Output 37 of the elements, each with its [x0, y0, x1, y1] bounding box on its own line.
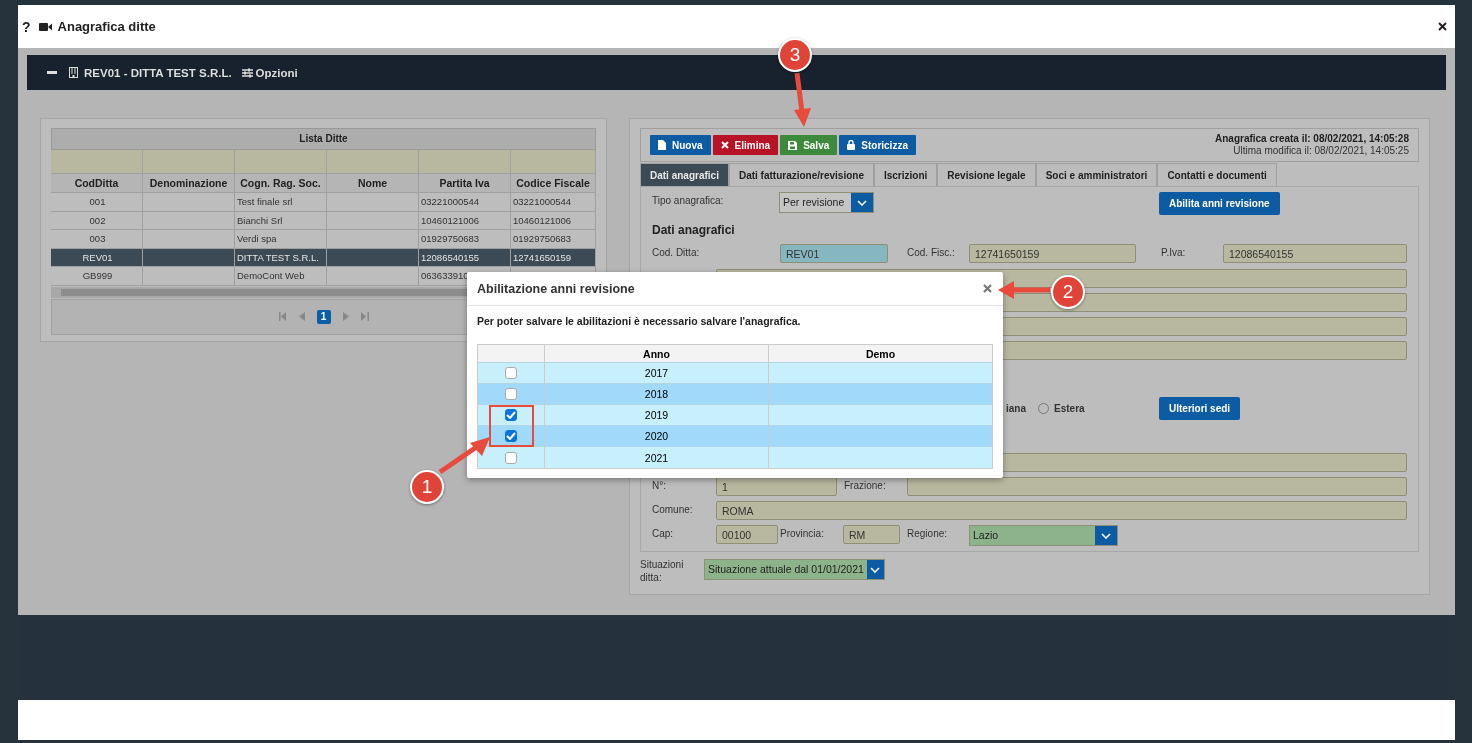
table-cell: 2018: [644, 388, 669, 400]
list-title: Lista Ditte: [51, 128, 596, 150]
section-heading: Dati anagrafici: [652, 223, 736, 237]
column-header: Anno: [545, 345, 769, 362]
table-cell: 2021: [644, 451, 669, 464]
table-cell: 001: [51, 193, 143, 212]
table-cell: DemoCont Web: [235, 267, 327, 286]
field-label: Cod. Ditta:: [652, 246, 701, 258]
field-label: Frazione:: [844, 479, 887, 491]
table-cell: 03221000544: [419, 193, 511, 212]
field-label: P.Iva:: [1161, 246, 1187, 258]
table-cell: GB999: [51, 267, 143, 286]
field-label: Provincia:: [780, 527, 825, 539]
field-label: Comune:: [652, 503, 694, 515]
radio-label: iana: [1006, 403, 1026, 414]
table-cell: 2019: [644, 409, 669, 421]
field-label: Cap:: [652, 527, 675, 539]
modified-timestamp: Ultima modifica il: 08/02/2021, 14:05:25: [1233, 145, 1409, 157]
company-title: REV01 - DITTA TEST S.R.L.: [84, 66, 232, 79]
table-cell: 01929750683: [511, 230, 596, 249]
created-timestamp: Anagrafica creata il: 08/02/2021, 14:05:28: [1215, 133, 1409, 145]
table-cell: 2020: [644, 430, 669, 442]
table-cell: 03221000544: [511, 193, 596, 212]
table-cell: 003: [51, 230, 143, 249]
table-cell: 01929750683: [419, 230, 511, 249]
field-label: Situazioni ditta:: [640, 558, 685, 584]
table-cell: Verdi spa: [235, 230, 327, 249]
table-cell: 2017: [644, 367, 669, 379]
radio-label: Estera: [1054, 403, 1085, 414]
table-cell: Test finale srl: [235, 193, 327, 212]
field-label: Cod. Fisc.:: [907, 246, 956, 258]
column-header: Demo: [864, 346, 897, 362]
dialog-message: Per poter salvare le abilitazioni è necessario salvare l'anagrafica.: [476, 314, 802, 329]
field-label: N°:: [652, 479, 667, 491]
field-label: Regione:: [907, 527, 949, 539]
field-label: Tipo anagrafica:: [652, 194, 725, 206]
window-title: Anagrafica ditte: [57, 19, 156, 34]
